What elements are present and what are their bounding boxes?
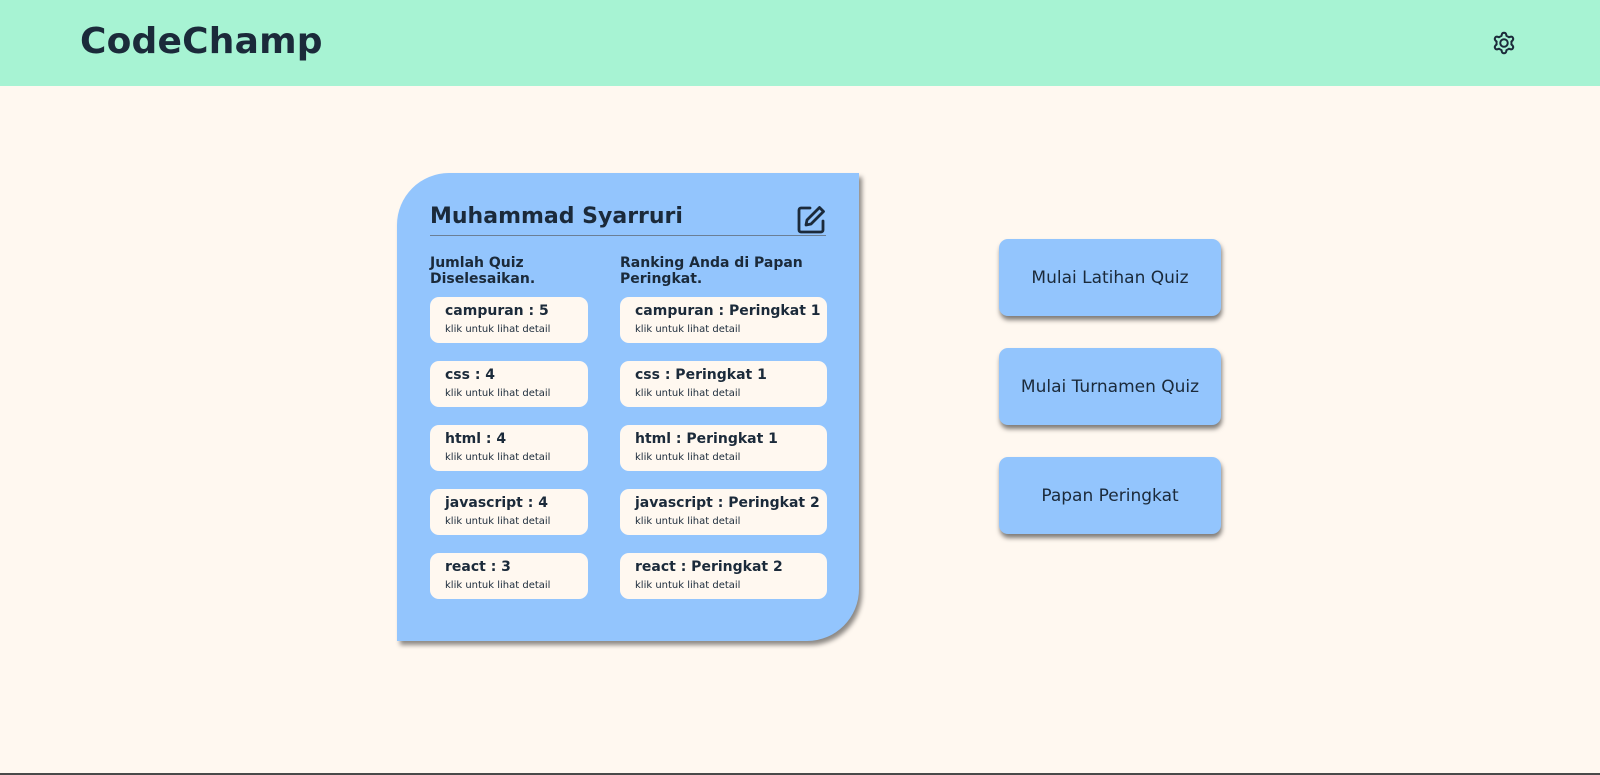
profile-card: Muhammad Syarruri Jumlah Quiz Diselesaik…: [397, 173, 859, 641]
leaderboard-button[interactable]: Papan Peringkat: [999, 457, 1221, 534]
name-divider: [430, 235, 826, 236]
ranking-label: javascript : Peringkat 2: [635, 495, 820, 511]
ranking-label: css : Peringkat 1: [635, 367, 767, 383]
detail-hint: klik untuk lihat detail: [635, 452, 741, 463]
quiz-count-label: html : 4: [445, 431, 507, 447]
ranking-label: campuran : Peringkat 1: [635, 303, 821, 319]
detail-hint: klik untuk lihat detail: [445, 388, 551, 399]
detail-hint: klik untuk lihat detail: [445, 324, 551, 335]
gear-icon: [1493, 31, 1515, 55]
quiz-count-label: javascript : 4: [445, 495, 548, 511]
quiz-count-card-javascript[interactable]: javascript : 4 klik untuk lihat detail: [430, 489, 588, 535]
quiz-count-title: Jumlah Quiz Diselesaikan.: [430, 255, 536, 287]
quiz-count-card-css[interactable]: css : 4 klik untuk lihat detail: [430, 361, 588, 407]
ranking-title: Ranking Anda di Papan Peringkat.: [620, 255, 803, 287]
start-tournament-quiz-button[interactable]: Mulai Turnamen Quiz: [999, 348, 1221, 425]
edit-profile-button[interactable]: [795, 204, 827, 236]
ranking-card-campuran[interactable]: campuran : Peringkat 1 klik untuk lihat …: [620, 297, 827, 343]
detail-hint: klik untuk lihat detail: [445, 452, 551, 463]
detail-hint: klik untuk lihat detail: [635, 516, 741, 527]
detail-hint: klik untuk lihat detail: [635, 580, 741, 591]
quiz-count-card-react[interactable]: react : 3 klik untuk lihat detail: [430, 553, 588, 599]
ranking-label: html : Peringkat 1: [635, 431, 778, 447]
ranking-card-html[interactable]: html : Peringkat 1 klik untuk lihat deta…: [620, 425, 827, 471]
quiz-count-card-campuran[interactable]: campuran : 5 klik untuk lihat detail: [430, 297, 588, 343]
detail-hint: klik untuk lihat detail: [445, 516, 551, 527]
ranking-label: react : Peringkat 2: [635, 559, 783, 575]
detail-hint: klik untuk lihat detail: [635, 388, 741, 399]
quiz-count-card-html[interactable]: html : 4 klik untuk lihat detail: [430, 425, 588, 471]
quiz-count-label: css : 4: [445, 367, 496, 383]
settings-button[interactable]: [1488, 27, 1520, 59]
detail-hint: klik untuk lihat detail: [445, 580, 551, 591]
detail-hint: klik untuk lihat detail: [635, 324, 741, 335]
ranking-card-javascript[interactable]: javascript : Peringkat 2 klik untuk liha…: [620, 489, 827, 535]
start-practice-quiz-button[interactable]: Mulai Latihan Quiz: [999, 239, 1221, 316]
profile-name: Muhammad Syarruri: [430, 204, 683, 229]
ranking-card-css[interactable]: css : Peringkat 1 klik untuk lihat detai…: [620, 361, 827, 407]
quiz-count-label: react : 3: [445, 559, 511, 575]
edit-icon: [797, 206, 825, 234]
quiz-count-label: campuran : 5: [445, 303, 549, 319]
ranking-card-react[interactable]: react : Peringkat 2 klik untuk lihat det…: [620, 553, 827, 599]
top-navbar: CodeChamp: [0, 0, 1600, 86]
app-brand-logo[interactable]: CodeChamp: [80, 19, 323, 65]
